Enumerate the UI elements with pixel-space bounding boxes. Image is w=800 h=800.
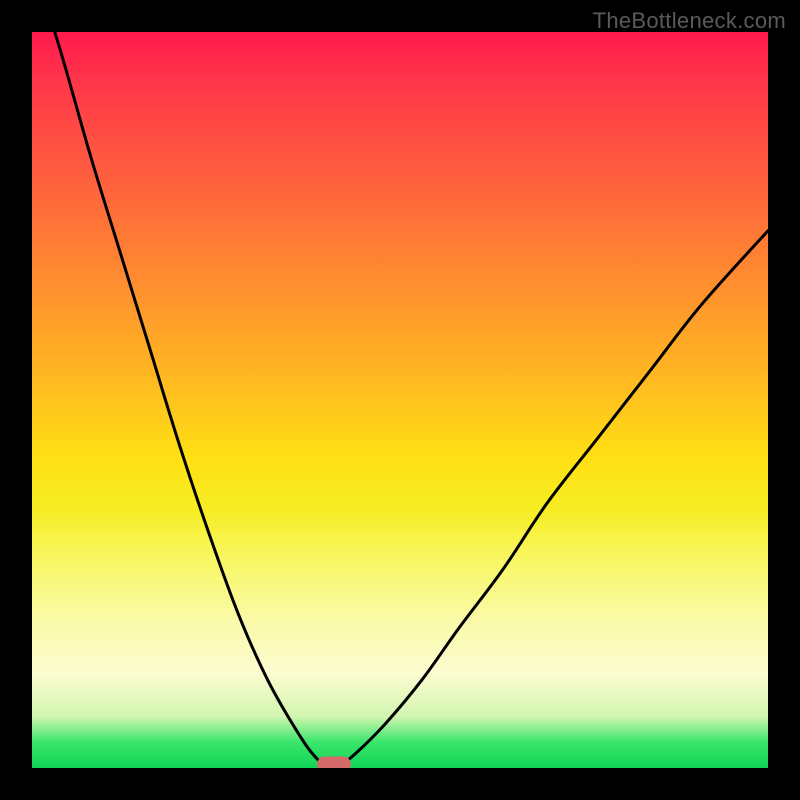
watermark-text: TheBottleneck.com (593, 8, 786, 34)
curve-svg (32, 32, 768, 768)
minimum-marker (317, 757, 351, 768)
plot-area (32, 32, 768, 768)
bottleneck-curve (32, 32, 768, 768)
